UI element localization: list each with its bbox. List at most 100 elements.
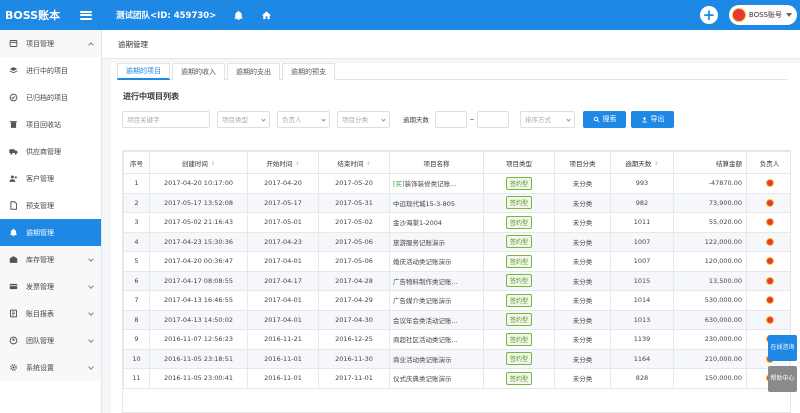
row-number: 1 [123,173,150,194]
sidebar-item-0[interactable]: 项目管理 [0,30,101,57]
project-name[interactable]: 婚庆活动类记账演示 [389,251,484,272]
recycle-bin-icon [8,120,18,130]
account-menu[interactable]: BOSS账号 [728,5,797,25]
column-header[interactable]: 逾期天数 ⇕ [610,151,674,174]
sidebar-item-5[interactable]: 客户管理 [0,165,101,192]
table-row[interactable]: 11 2016-11-05 23:00:41 2016-11-01 2017-11-0… [123,368,790,389]
project-name[interactable]: 广告物料制作类记账... [389,270,484,291]
owner [746,270,790,291]
table-row[interactable]: 7 2017-04-13 16:46:55 2017-04-01 2017-04-29… [123,290,790,311]
avatar[interactable] [765,276,774,285]
keyword-input[interactable]: 项目关键字 [122,110,210,128]
sidebar-item-3[interactable]: 项目回收站 [0,111,101,138]
project-category: 未分类 [554,212,611,233]
row-number: 8 [123,309,150,330]
sort-icon[interactable]: ⇕ [211,161,215,167]
sidebar-item-11[interactable]: 团队管理 [0,327,101,354]
tab-2[interactable]: 逾期的支出 [227,63,280,80]
sort-select[interactable]: 排序方式 [520,110,575,128]
table-row[interactable]: 1 2017-04-20 10:17:00 2017-04-20 2017-05-20… [123,173,790,194]
settlement-amount: 210,000.00 [673,348,747,369]
column-header[interactable]: 创建时间 ⇕ [149,151,248,174]
sidebar-item-label: 账目报表 [26,309,54,318]
overdue-max-input[interactable] [477,110,509,128]
type-select[interactable]: 项目类型 [217,110,270,128]
end-date: 2017-05-20 [318,173,390,194]
end-date: 2017-11-01 [318,368,390,389]
search-button[interactable]: 搜索 [583,110,626,128]
project-name[interactable]: 仪式庆典类记账演示 [389,368,484,389]
avatar[interactable] [765,218,774,227]
table-row[interactable]: 10 2016-11-05 23:18:51 2016-11-01 2016-11-3… [123,348,790,369]
sort-icon[interactable]: ⇕ [366,161,370,167]
tab-1[interactable]: 逾期的收入 [172,63,225,80]
avatar[interactable] [765,198,774,207]
sidebar-item-1[interactable]: 进行中的项目 [0,57,101,84]
help-center-button[interactable]: 帮助中心 [768,366,797,392]
created-time: 2017-04-13 16:46:55 [149,290,248,311]
chevron-down-icon [88,256,94,262]
sidebar-item-9[interactable]: 发票管理 [0,273,101,300]
overdue-min-input[interactable] [435,110,467,128]
project-name[interactable]: 旅游服务记账演示 [389,231,484,252]
bell-icon[interactable] [232,9,244,21]
created-time: 2017-04-23 15:30:36 [149,231,248,252]
team-name[interactable]: 测试团队<ID: 459730> [116,9,216,21]
sidebar-item-10[interactable]: 账目报表 [0,300,101,327]
sidebar-item-label: 已归档的项目 [26,93,68,102]
start-date: 2016-11-01 [247,368,319,389]
table-row[interactable]: 9 2016-11-07 12:56:23 2016-11-21 2016-12-25… [123,329,790,350]
avatar[interactable] [765,237,774,246]
sidebar-item-label: 团队管理 [26,336,54,345]
page-header: 逾期管理 [102,30,800,59]
project-name[interactable]: 商业活动类记账演示 [389,348,484,369]
end-date: 2017-05-06 [318,251,390,272]
sort-icon[interactable]: ⇕ [654,161,658,167]
online-consult-button[interactable]: 在线咨询 [768,335,797,361]
project-name[interactable]: 商超社区活动类记账... [389,329,484,350]
sidebar-item-7[interactable]: 逾期管理 [0,219,101,246]
settlement-amount: 120,000.00 [673,251,747,272]
start-date: 2017-04-01 [247,309,319,330]
tab-3[interactable]: 逾期的预支 [282,63,335,80]
table-row[interactable]: 5 2017-04-20 00:36:47 2017-04-01 2017-05-06… [123,251,790,272]
filter-bar: 项目关键字 项目类型 负责人 项目分类 逾期天数 排序方式 搜索 导出 [122,110,679,128]
column-header[interactable]: 开始时间 ⇕ [247,151,319,174]
gear-icon [8,363,18,373]
table-row[interactable]: 6 2017-04-17 08:08:55 2017-04-17 2017-04-28… [123,270,790,291]
project-name[interactable]: 金沙海棠1-2004 [389,212,484,233]
table-row[interactable]: 3 2017-05-02 21:16:43 2017-05-01 2017-05-02… [123,212,790,233]
project-name[interactable]: 会议年会类活动记账... [389,309,484,330]
avatar[interactable] [765,296,774,305]
tab-0[interactable]: 逾期的项目 [117,63,170,80]
sidebar-item-12[interactable]: 系统设置 [0,354,101,381]
project-name[interactable]: [买]装饰装修类记账... [389,173,484,194]
project-type: 签约型 [483,173,555,194]
project-name[interactable]: 中远现代城15-3-805 [389,192,484,213]
table-row[interactable]: 2 2017-05-17 13:52:08 2017-05-17 2017-05-31… [123,192,790,213]
home-icon[interactable] [260,9,272,21]
sidebar-item-6[interactable]: 预支管理 [0,192,101,219]
start-date: 2017-04-17 [247,270,319,291]
table-row[interactable]: 8 2017-04-13 14:50:02 2017-04-01 2017-04-30… [123,309,790,330]
column-header[interactable]: 结束时间 ⇕ [318,151,390,174]
sidebar-item-8[interactable]: 库存管理 [0,246,101,273]
chevron-down-icon [261,116,266,122]
brand: BOSS账本 [0,7,102,23]
created-time: 2017-04-20 10:17:00 [149,173,248,194]
end-date: 2017-04-28 [318,270,390,291]
sidebar-item-4[interactable]: 供应商管理 [0,138,101,165]
table-row[interactable]: 4 2017-04-23 15:30:36 2017-04-23 2017-05-06… [123,231,790,252]
project-name[interactable]: 广告媒介类记账演示 [389,290,484,311]
category-select[interactable]: 项目分类 [337,110,390,128]
avatar[interactable] [765,315,774,324]
sort-icon[interactable]: ⇕ [295,161,299,167]
menu-toggle-icon[interactable] [80,10,93,20]
export-button[interactable]: 导出 [631,110,674,128]
overdue-days: 1011 [610,212,674,233]
add-button[interactable]: + [699,6,718,24]
sidebar-item-2[interactable]: 已归档的项目 [0,84,101,111]
avatar[interactable] [765,257,774,266]
avatar[interactable] [765,179,774,188]
owner-select[interactable]: 负责人 [277,110,330,128]
